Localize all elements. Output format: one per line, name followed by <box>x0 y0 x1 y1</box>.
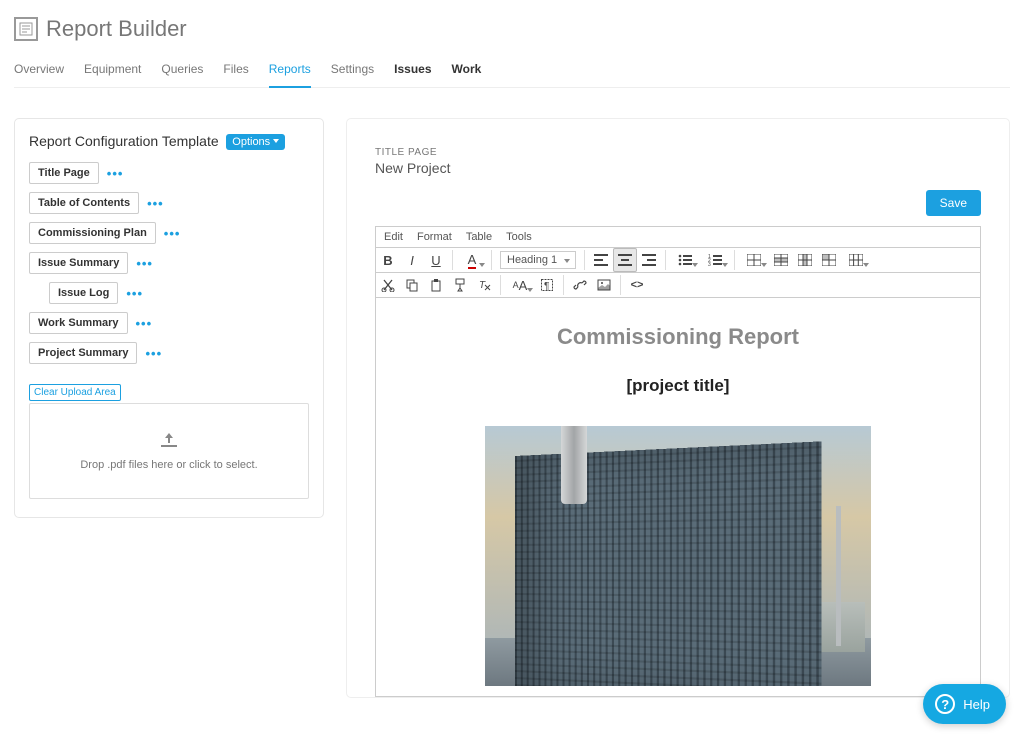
document-subtitle[interactable]: [project title] <box>396 376 960 396</box>
dropzone-text: Drop .pdf files here or click to select. <box>80 459 257 471</box>
code-button[interactable]: <> <box>625 273 649 297</box>
bullet-list-button[interactable] <box>670 248 700 272</box>
page-title: Report Builder <box>46 16 187 42</box>
section-row: Table of Contents ••• <box>29 192 309 214</box>
editor-toolbar-row-2: T AA ¶ <> <box>376 273 980 298</box>
editor-panel: TITLE PAGE New Project Save Edit Format Ta… <box>346 118 1010 698</box>
align-center-button[interactable] <box>613 248 637 272</box>
link-button[interactable] <box>568 273 592 297</box>
editor-body[interactable]: Commissioning Report [project title] <box>376 298 980 696</box>
svg-text:¶: ¶ <box>544 281 549 292</box>
section-chip[interactable]: Issue Summary <box>29 252 128 274</box>
table-row-button[interactable] <box>769 248 793 272</box>
menu-edit[interactable]: Edit <box>384 231 403 243</box>
section-row: Issue Log ••• <box>29 282 309 304</box>
paint-format-button[interactable] <box>448 273 472 297</box>
editor-menubar: Edit Format Table Tools <box>376 227 980 248</box>
cut-button[interactable] <box>376 273 400 297</box>
more-options-icon[interactable]: ••• <box>107 166 124 181</box>
document-title[interactable]: Commissioning Report <box>396 324 960 350</box>
section-list: Title Page•••Table of Contents•••Commiss… <box>29 162 309 364</box>
tab-issues[interactable]: Issues <box>394 56 431 87</box>
section-row: Project Summary ••• <box>29 342 309 364</box>
more-options-icon[interactable]: ••• <box>164 226 181 241</box>
section-row: Issue Summary ••• <box>29 252 309 274</box>
section-chip[interactable]: Work Summary <box>29 312 128 334</box>
tab-reports[interactable]: Reports <box>269 56 311 88</box>
section-chip[interactable]: Project Summary <box>29 342 137 364</box>
section-label: TITLE PAGE <box>375 147 981 158</box>
tab-work[interactable]: Work <box>452 56 482 87</box>
section-row: Commissioning Plan ••• <box>29 222 309 244</box>
section-chip[interactable]: Commissioning Plan <box>29 222 156 244</box>
sidebar-title: Report Configuration Template <box>29 133 219 149</box>
table-more-button[interactable] <box>841 248 871 272</box>
clear-upload-button[interactable]: Clear Upload Area <box>29 384 121 401</box>
project-name: New Project <box>375 160 981 176</box>
paste-button[interactable] <box>424 273 448 297</box>
text-color-button[interactable]: A <box>457 248 487 272</box>
upload-icon <box>159 431 179 455</box>
app-header: Report Builder <box>14 0 1010 56</box>
section-row: Work Summary ••• <box>29 312 309 334</box>
heading-select[interactable]: Heading 1 <box>500 251 576 269</box>
section-chip[interactable]: Table of Contents <box>29 192 139 214</box>
help-icon: ? <box>935 694 955 714</box>
tab-queries[interactable]: Queries <box>161 56 203 87</box>
section-row: Title Page ••• <box>29 162 309 184</box>
numbered-list-button[interactable]: 123 <box>700 248 730 272</box>
rich-text-editor: Edit Format Table Tools B I U A Heading 1 <box>375 226 981 697</box>
upload-dropzone[interactable]: Drop .pdf files here or click to select. <box>29 403 309 499</box>
menu-tools[interactable]: Tools <box>506 231 532 243</box>
bold-button[interactable]: B <box>376 248 400 272</box>
main-nav: Overview Equipment Queries Files Reports Sett… <box>14 56 1010 88</box>
editor-toolbar-row-1: B I U A Heading 1 <box>376 248 980 273</box>
italic-button[interactable]: I <box>400 248 424 272</box>
save-button[interactable]: Save <box>926 190 981 216</box>
menu-table[interactable]: Table <box>466 231 492 243</box>
special-chars-button[interactable]: ¶ <box>535 273 559 297</box>
report-icon <box>14 17 38 41</box>
document-hero-image[interactable] <box>485 426 871 686</box>
more-options-icon[interactable]: ••• <box>126 286 143 301</box>
underline-button[interactable]: U <box>424 248 448 272</box>
options-button[interactable]: Options <box>226 134 285 150</box>
tab-overview[interactable]: Overview <box>14 56 64 87</box>
clear-format-button[interactable]: T <box>472 273 496 297</box>
align-left-button[interactable] <box>589 248 613 272</box>
more-options-icon[interactable]: ••• <box>136 256 153 271</box>
section-chip[interactable]: Issue Log <box>49 282 118 304</box>
copy-button[interactable] <box>400 273 424 297</box>
image-button[interactable] <box>592 273 616 297</box>
more-options-icon[interactable]: ••• <box>145 346 162 361</box>
table-column-button[interactable] <box>793 248 817 272</box>
svg-text:3: 3 <box>708 262 711 266</box>
font-size-button[interactable]: AA <box>505 273 535 297</box>
table-cell-button[interactable] <box>817 248 841 272</box>
help-button[interactable]: ? Help <box>923 684 1006 724</box>
menu-format[interactable]: Format <box>417 231 452 243</box>
section-chip[interactable]: Title Page <box>29 162 99 184</box>
more-options-icon[interactable]: ••• <box>147 196 164 211</box>
tab-settings[interactable]: Settings <box>331 56 374 87</box>
tab-files[interactable]: Files <box>223 56 248 87</box>
align-right-button[interactable] <box>637 248 661 272</box>
tab-equipment[interactable]: Equipment <box>84 56 141 87</box>
table-button[interactable] <box>739 248 769 272</box>
sidebar: Report Configuration Template Options Ti… <box>14 118 324 518</box>
more-options-icon[interactable]: ••• <box>136 316 153 331</box>
